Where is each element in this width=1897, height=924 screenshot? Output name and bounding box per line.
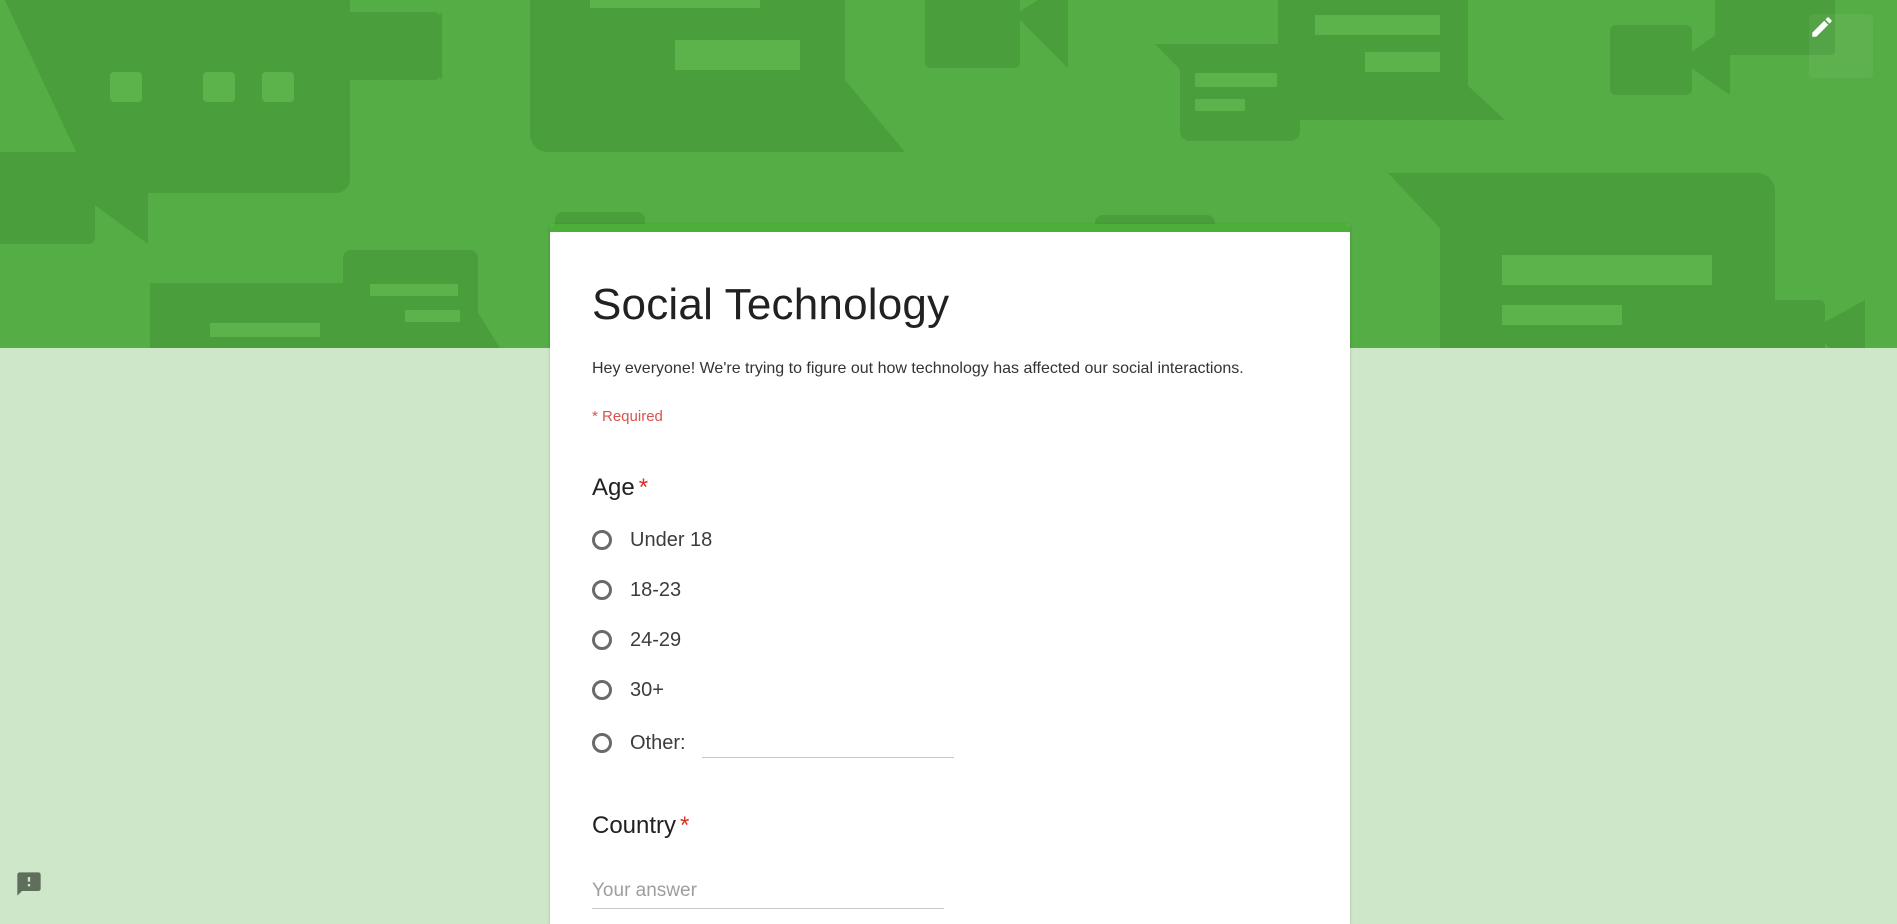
radio-button[interactable] (592, 680, 612, 700)
card-accent-bar (550, 224, 1350, 232)
form-description: Hey everyone! We're trying to figure out… (592, 360, 1244, 377)
radio-option-18-23[interactable]: 18-23 (592, 574, 681, 606)
edit-button[interactable] (1809, 14, 1873, 78)
required-star: * (638, 474, 649, 501)
radio-button[interactable] (592, 530, 612, 550)
required-note: * Required (592, 408, 663, 425)
radio-button[interactable] (592, 630, 612, 650)
required-star: * (680, 812, 690, 839)
report-feedback-button[interactable] (14, 869, 44, 899)
radio-button[interactable] (592, 580, 612, 600)
form-title: Social Technology (592, 280, 950, 329)
radio-label: 18-23 (630, 578, 682, 601)
question-country-title: Country * (592, 812, 689, 840)
radio-option-under-18[interactable]: Under 18 (592, 524, 712, 556)
form-card: Social Technology Hey everyone! We're tr… (550, 224, 1350, 924)
radio-label: 24-29 (630, 628, 682, 651)
pencil-icon (1812, 17, 1832, 37)
country-answer-input[interactable] (592, 874, 944, 909)
radio-option-30-plus[interactable]: 30+ (592, 674, 664, 706)
radio-button[interactable] (592, 733, 612, 753)
radio-label: Under 18 (630, 528, 713, 551)
question-age-label: Age (592, 474, 635, 501)
question-country-label: Country (592, 812, 677, 839)
report-feedback-icon (17, 872, 41, 896)
radio-label: Other: (630, 731, 686, 754)
other-text-input[interactable] (701, 728, 954, 758)
radio-option-24-29[interactable]: 24-29 (592, 624, 681, 656)
radio-label: 30+ (630, 678, 664, 701)
question-age-title: Age * (592, 474, 648, 502)
radio-option-other[interactable]: Other: (592, 727, 954, 759)
